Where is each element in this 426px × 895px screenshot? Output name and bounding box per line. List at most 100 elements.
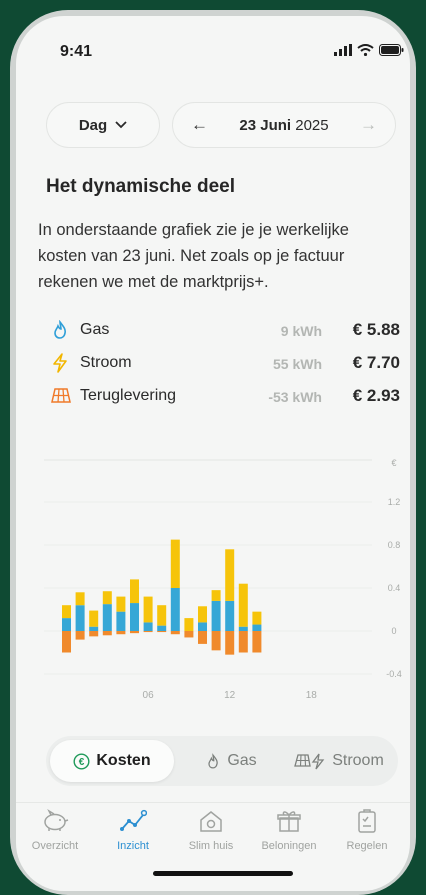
bar-stroom [116, 596, 126, 612]
x-tick-label: 12 [224, 690, 236, 701]
nav-label: Regelen [346, 840, 388, 852]
bar-teruglevering [198, 631, 207, 644]
status-icons [334, 44, 404, 56]
bar-stroom [157, 605, 167, 626]
solar-lightning-icon [294, 753, 325, 769]
bar-stroom [143, 596, 153, 623]
tab-kosten[interactable]: € Kosten [50, 740, 174, 782]
x-tick-label: 18 [306, 690, 318, 701]
bar-teruglevering [62, 631, 71, 653]
summary-label: Teruglevering [80, 387, 177, 404]
bar-teruglevering [130, 631, 139, 634]
status-bar: 9:41 [16, 16, 410, 76]
cost-chart: €1.2 0.8 0.4 0 -0.4 06 12 18 [44, 458, 402, 701]
bar-gas [252, 624, 262, 631]
home-indicator [153, 871, 293, 876]
signal-icon [334, 44, 352, 56]
bar-teruglevering [102, 631, 112, 636]
period-selector[interactable]: Dag [46, 102, 160, 148]
bar-stroom [170, 539, 180, 588]
summary-kwh: 9 kWh [280, 323, 322, 339]
bar-gas [62, 618, 71, 631]
date-day: 23 Juni [239, 116, 292, 134]
battery-icon [379, 44, 404, 56]
bar-stroom [238, 583, 248, 627]
date-year: 2025 [295, 116, 329, 134]
bar-gas [225, 600, 235, 631]
bar-teruglevering [157, 631, 167, 633]
tab-label: Gas [227, 752, 257, 769]
status-time: 9:41 [60, 43, 93, 60]
tab-label: Stroom [332, 752, 384, 769]
arrow-left-icon[interactable]: ← [191, 115, 208, 135]
bar-stroom [252, 611, 262, 625]
bar-teruglevering [89, 631, 99, 637]
tab-stroom[interactable]: Stroom [284, 740, 394, 782]
svg-text:€: € [79, 757, 85, 768]
bar-gas [143, 622, 153, 631]
section-intro: In onderstaande grafiek zie je je werkel… [38, 221, 349, 291]
nav-label: Slim huis [188, 840, 234, 852]
bar-teruglevering [211, 631, 221, 651]
chevron-down-icon [115, 121, 127, 129]
section-title: Het dynamische deel [46, 176, 236, 197]
chart-type-toggle: € Kosten Gas Stroom [46, 736, 398, 786]
bottom-nav: Overzicht Inzicht Slim huis Beloningen R… [16, 802, 410, 863]
bar-stroom [211, 590, 221, 601]
summary-label: Gas [80, 321, 110, 338]
flame-icon [208, 752, 219, 769]
bar-teruglevering [184, 631, 194, 638]
bar-stroom [75, 592, 85, 606]
piggy-bank-icon [44, 809, 69, 831]
arrow-right-icon[interactable]: → [360, 115, 377, 135]
clipboard-icon [358, 809, 376, 833]
bar-teruglevering [238, 631, 248, 653]
nav-slim-huis[interactable]: Slim huis [172, 809, 250, 852]
wifi-icon [357, 44, 374, 56]
summary-row-teruglevering: Teruglevering -53 kWh € 2.93 [50, 384, 400, 408]
bar-teruglevering [116, 631, 126, 635]
bar-stroom [130, 579, 139, 604]
nav-label: Beloningen [261, 840, 317, 852]
bar-stroom [62, 605, 71, 619]
bar-gas [75, 605, 85, 631]
app-screen: 9:41 Dag ← 23 Juni 2025 → Het dynamische… [16, 16, 410, 891]
insight-graph-icon [120, 809, 148, 831]
gift-icon [277, 811, 301, 832]
bar-gas [211, 600, 221, 631]
tab-label: Kosten [96, 752, 151, 769]
nav-label: Inzicht [117, 840, 149, 852]
tab-gas[interactable]: Gas [186, 740, 276, 782]
nav-inzicht[interactable]: Inzicht [94, 809, 172, 852]
smart-home-icon [200, 811, 222, 832]
bar-gas [157, 625, 167, 631]
bar-stroom [225, 549, 235, 601]
bar-stroom [184, 618, 194, 631]
period-label: Dag [78, 116, 108, 134]
bar-teruglevering [143, 631, 153, 633]
bar-gas [198, 622, 207, 631]
nav-regelen[interactable]: Regelen [328, 809, 406, 852]
y-tick-label: 0.4 [388, 583, 401, 593]
bar-gas [238, 626, 248, 631]
y-tick-label: 0 [391, 626, 396, 636]
bar-teruglevering [225, 631, 235, 655]
summary-label: Stroom [80, 354, 132, 371]
summary-kwh: 55 kWh [272, 356, 322, 372]
summary-cost: € 5.88 [352, 320, 400, 339]
y-tick-label: 1.2 [388, 497, 401, 507]
bar-gas [89, 626, 99, 631]
nav-overzicht[interactable]: Overzicht [16, 809, 94, 852]
bar-stroom [198, 606, 207, 623]
y-tick-label: 0.8 [388, 540, 401, 550]
bar-teruglevering [252, 631, 262, 653]
bar-stroom [89, 610, 99, 627]
bar-teruglevering [75, 631, 85, 640]
x-tick-label: 06 [143, 690, 155, 701]
bar-gas [116, 611, 126, 631]
nav-beloningen[interactable]: Beloningen [250, 809, 328, 852]
y-unit-label: € [391, 458, 396, 468]
lightning-icon [53, 353, 67, 373]
summary-row-gas: Gas 9 kWh € 5.88 [50, 318, 400, 342]
bar-gas [130, 603, 139, 631]
